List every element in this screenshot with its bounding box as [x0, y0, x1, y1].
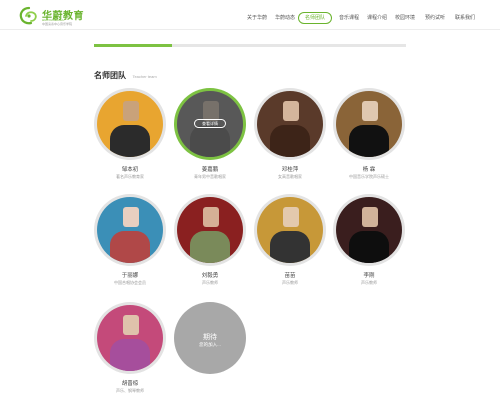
section-title: 名师团队 Teacher team [94, 65, 157, 83]
teacher-card: 邓桂萍 女高音歌唱家 [254, 88, 326, 198]
teacher-role: 声乐教师 [361, 280, 377, 285]
teacher-card: 邹本初 著名声乐教育家 [94, 88, 166, 198]
teacher-photo: 查看详情 [177, 91, 243, 157]
teacher-avatar[interactable] [94, 194, 166, 266]
blurred-face [362, 101, 378, 121]
brand-tagline: 中国演奏中心音乐学院 [42, 21, 73, 26]
teacher-card: 刘毅勇 声乐教师 [174, 194, 246, 304]
teacher-card: 查看详情姜嘉鹏 青年男中音歌唱家 [174, 88, 246, 198]
teacher-avatar[interactable] [333, 194, 405, 266]
section-title-cn: 名师团队 [94, 71, 126, 80]
teacher-avatar[interactable] [94, 88, 166, 160]
section-title-en: Teacher team [132, 74, 157, 79]
teacher-photo [177, 197, 243, 263]
blurred-face [362, 207, 378, 227]
join-us-circle: 期待 您的加入... [177, 305, 243, 371]
join-us-title: 期待 [203, 334, 217, 341]
nav-item-teachers[interactable]: 名师团队 [298, 12, 332, 24]
teacher-figure [110, 339, 150, 371]
teacher-avatar[interactable] [333, 88, 405, 160]
teacher-figure [110, 125, 150, 157]
nav-item-campus[interactable]: 校园环境 [394, 12, 416, 24]
teacher-role: 著名声乐教育家 [116, 174, 144, 179]
blurred-face [283, 207, 299, 227]
nav-item-trial[interactable]: 预约试听 [424, 12, 446, 24]
teacher-card: 杨 霖中国音乐学院声乐硕士 [333, 88, 405, 198]
teacher-name: 胡晋椋 [121, 381, 139, 387]
logo-swirl-icon [19, 6, 37, 25]
teacher-name: 杨 霖 [362, 167, 376, 173]
teacher-role: 青年男中音歌唱家 [194, 174, 226, 179]
blurred-face [283, 101, 299, 121]
teacher-avatar[interactable] [174, 194, 246, 266]
teacher-photo [257, 197, 323, 263]
teacher-role: 女高音歌唱家 [278, 174, 302, 179]
teacher-name: 刘毅勇 [201, 273, 219, 279]
blurred-face [123, 207, 139, 227]
teacher-figure [110, 231, 150, 263]
teacher-role: 声乐、钢琴教师 [116, 388, 144, 393]
blurred-face [123, 315, 139, 335]
nav-item-contact[interactable]: 联系我们 [454, 12, 476, 24]
section-progress-bar [94, 44, 406, 47]
teacher-name: 姜嘉鹏 [201, 167, 219, 173]
teacher-photo [336, 197, 402, 263]
teacher-role: 声乐教师 [282, 280, 298, 285]
teacher-avatar[interactable] [254, 88, 326, 160]
nav-item-news[interactable]: 华蔚动态 [274, 12, 296, 24]
teacher-avatar[interactable] [94, 302, 166, 374]
teacher-figure [349, 231, 389, 263]
teacher-name: 苗苗 [284, 273, 296, 279]
blurred-face [123, 101, 139, 121]
teacher-figure [349, 125, 389, 157]
teacher-role: 中国音乐学院声乐硕士 [349, 174, 389, 179]
teacher-card: 李刚 声乐教师 [333, 194, 405, 304]
teacher-figure [190, 231, 230, 263]
teacher-card: 苗苗 声乐教师 [254, 194, 326, 304]
teacher-photo [336, 91, 402, 157]
teacher-figure [270, 231, 310, 263]
teacher-name: 邓桂萍 [281, 167, 299, 173]
teacher-figure [270, 125, 310, 157]
join-us-subtitle: 您的加入... [199, 342, 221, 347]
view-details-button[interactable]: 查看详情 [194, 119, 226, 128]
join-us-avatar: 期待 您的加入... [174, 302, 246, 374]
nav-item-about[interactable]: 关于华蔚 [246, 12, 268, 24]
teacher-name: 于丽娜 [121, 273, 139, 279]
teacher-avatar[interactable] [254, 194, 326, 266]
nav-item-courses[interactable]: 课程介绍 [366, 12, 388, 24]
teacher-photo [97, 197, 163, 263]
teacher-photo [97, 305, 163, 371]
teacher-name: 邹本初 [121, 167, 139, 173]
teacher-role: 中国合唱协会会员 [114, 280, 146, 285]
blurred-face [203, 207, 219, 227]
brand-logo[interactable]: 华蔚教育 HUAYUNUKALU 中国演奏中心音乐学院 [19, 6, 89, 26]
teacher-card: 于丽娜 中国合唱协会会员 [94, 194, 166, 304]
teacher-name: 李刚 [363, 273, 375, 279]
join-us-card: 期待 您的加入... [174, 302, 246, 405]
teacher-avatar[interactable]: 查看详情 [174, 88, 246, 160]
progress-fill [94, 44, 172, 47]
nav-item-music[interactable]: 音乐课程 [338, 12, 360, 24]
teacher-role: 声乐教师 [202, 280, 218, 285]
teacher-photo [257, 91, 323, 157]
teacher-card: 胡晋椋 声乐、钢琴教师 [94, 302, 166, 405]
site-header: 华蔚教育 HUAYUNUKALU 中国演奏中心音乐学院 关于华蔚 华蔚动态 名师… [0, 0, 500, 30]
teacher-photo [97, 91, 163, 157]
